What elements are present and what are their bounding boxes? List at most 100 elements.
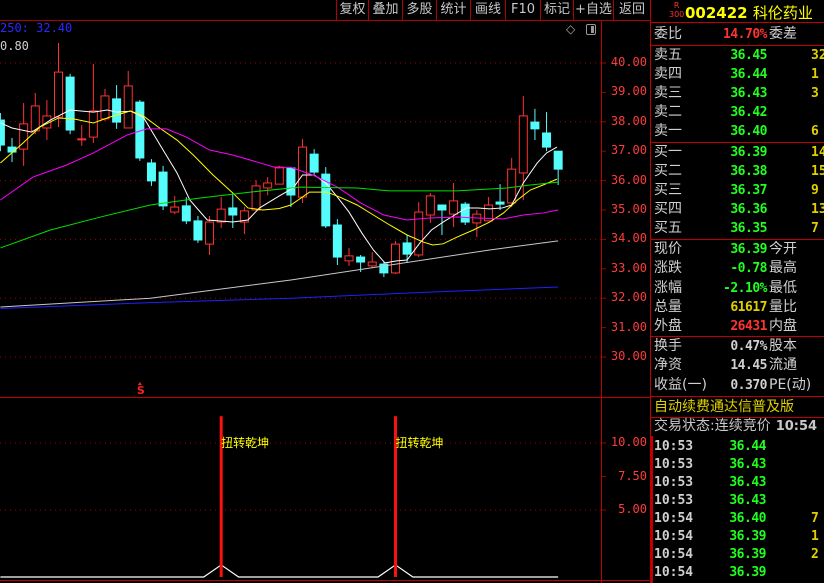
bid-row: 买四 36.36 13: [651, 200, 824, 219]
candle[interactable]: [321, 167, 331, 228]
candle[interactable]: [332, 219, 342, 265]
bid-row-volume: 14: [811, 145, 824, 160]
tick-row: 10:54 36.39 2: [651, 545, 824, 564]
badge-bottom: 300: [669, 10, 685, 19]
price-top-label: 0.80: [0, 39, 29, 53]
tick-row-label: 10:54: [654, 511, 694, 526]
candle[interactable]: [402, 234, 412, 263]
toolbar-button-7[interactable]: +自选: [573, 0, 613, 20]
candle[interactable]: [518, 95, 528, 201]
candle[interactable]: [449, 182, 459, 228]
quote-row-value: -2.10%: [723, 280, 767, 296]
promo-banner[interactable]: 自动续费通达信普及版: [654, 398, 824, 417]
candle[interactable]: [146, 159, 156, 186]
tick-row-value: 36.44: [729, 439, 766, 454]
candle-body: [402, 242, 412, 255]
bottom-border: [0, 580, 651, 581]
candle[interactable]: [437, 204, 447, 235]
candle[interactable]: [205, 215, 215, 255]
candle[interactable]: [367, 252, 377, 268]
bid-row-value: 36.37: [730, 183, 767, 198]
stock-title: 002422 科伦药业: [685, 2, 813, 23]
ask-row-label: 卖三: [654, 85, 682, 101]
y-tick-label: 30.00: [610, 349, 647, 363]
toolbar-button-1[interactable]: 叠加: [368, 0, 402, 20]
candle-body: [181, 205, 191, 222]
candle-body: [542, 132, 552, 148]
y-tick-label: 32.00: [610, 290, 647, 305]
candle[interactable]: [123, 70, 133, 129]
candle-body: [437, 204, 447, 211]
candle-body: [356, 256, 366, 263]
ask-row-volume: 32: [811, 48, 824, 63]
candle-body: [65, 76, 75, 131]
fundamental-row-label2: PE(动): [769, 376, 812, 393]
fundamental-row-value: 0.47%: [730, 339, 767, 354]
candle-body: [77, 138, 87, 141]
tick-row-label: 10:54: [654, 565, 694, 580]
candle[interactable]: [181, 197, 191, 225]
indicator-tick-label: 5.00: [618, 502, 647, 516]
candle[interactable]: [472, 210, 482, 238]
candle[interactable]: [228, 192, 238, 228]
candle-body: [274, 166, 284, 185]
candle[interactable]: [88, 63, 98, 143]
fundamental-row-value: 14.45: [730, 358, 767, 374]
toolbar-button-4[interactable]: 画线: [470, 0, 505, 20]
panel-toggle-icon[interactable]: [586, 24, 596, 35]
toolbar-button-2[interactable]: 多股: [402, 0, 436, 20]
quote-row-label: 涨幅: [654, 279, 682, 296]
ask-row: 卖一 36.40 6: [651, 122, 824, 141]
candle[interactable]: [65, 73, 75, 135]
weibi-row: 委比 14.70% 委差: [651, 25, 824, 44]
badge-top: R: [673, 1, 680, 10]
candle-body: [553, 150, 563, 170]
stock-name: 科伦药业: [752, 4, 813, 22]
candle[interactable]: [379, 262, 389, 278]
status-value: 连续竞价: [714, 418, 771, 434]
candle[interactable]: [263, 177, 273, 196]
candle[interactable]: [216, 197, 226, 228]
candle[interactable]: [530, 108, 540, 141]
candle[interactable]: [460, 202, 470, 225]
candle[interactable]: [390, 240, 400, 275]
diamond-icon[interactable]: ◇: [566, 22, 575, 36]
tick-row-label: 10:53: [654, 439, 694, 454]
bid-row: 买三 36.37 9: [651, 181, 824, 200]
tick-row: 10:53 36.43: [651, 491, 824, 510]
candle[interactable]: [0, 112, 5, 152]
toolbar-button-8[interactable]: 返回: [613, 0, 650, 20]
toolbar-button-3[interactable]: 统计: [436, 0, 470, 20]
candle[interactable]: [309, 149, 319, 175]
tick-row-value: 36.39: [729, 547, 766, 562]
toolbar-button-6[interactable]: 标记: [540, 0, 573, 20]
candle[interactable]: [112, 85, 122, 129]
candle[interactable]: [19, 102, 29, 166]
fundamental-row-label2: 流通: [769, 357, 797, 374]
kline-chart[interactable]: S: [0, 0, 651, 583]
candle[interactable]: [274, 165, 284, 185]
candle[interactable]: [193, 215, 203, 243]
candle-body: [158, 171, 168, 207]
candle-body: [344, 255, 354, 262]
candle-body: [495, 201, 505, 205]
tick-row-label: 10:54: [654, 529, 694, 544]
candle[interactable]: [344, 247, 354, 266]
ma5-line: [0, 109, 558, 264]
toolbar-button-0[interactable]: 复权: [336, 0, 368, 20]
y-tick-label: 40.00: [610, 55, 647, 69]
quote-row: 涨幅 -2.10% 最低: [651, 279, 824, 298]
y-tick-label: 37.00: [610, 143, 647, 158]
tick-row: 10:53 36.44: [651, 437, 824, 456]
candle[interactable]: [251, 180, 261, 211]
candle[interactable]: [77, 125, 87, 146]
candle[interactable]: [170, 195, 180, 215]
fundamental-row-label: 净资: [654, 357, 682, 374]
signal-label: 扭转乾坤: [221, 436, 270, 450]
status-time: 10:54: [775, 419, 818, 434]
candle[interactable]: [100, 88, 110, 121]
quote-row: 总量 61617 量比: [651, 298, 824, 317]
candle[interactable]: [542, 112, 552, 152]
ma60-line: [0, 240, 559, 308]
toolbar-button-5[interactable]: F10: [505, 0, 540, 20]
